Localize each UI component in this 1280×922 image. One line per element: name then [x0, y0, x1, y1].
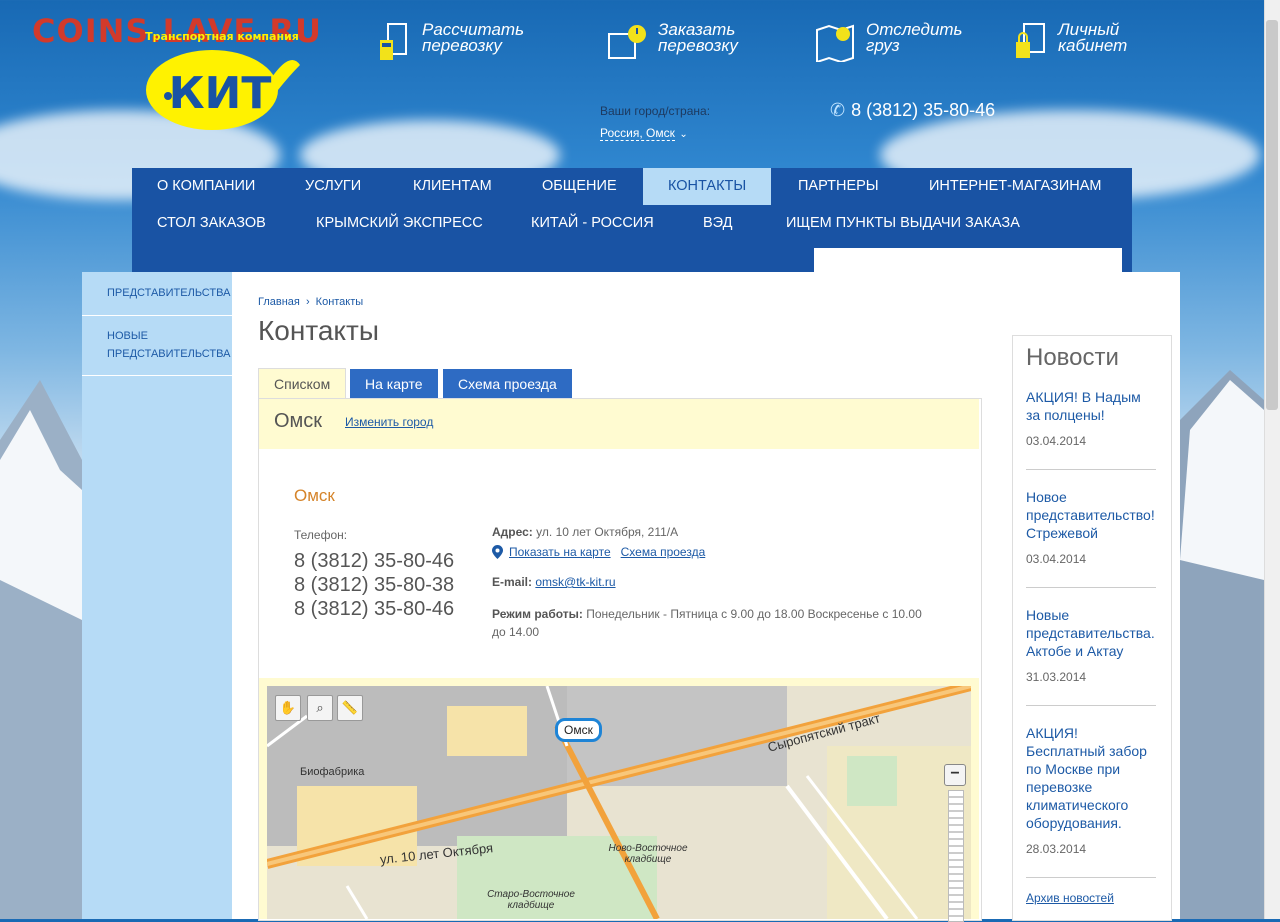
office-hours-label: Режим работы:: [492, 607, 583, 621]
calculator-icon: [380, 23, 407, 60]
news-item-link[interactable]: АКЦИЯ! В Надым за полцены!: [1026, 388, 1158, 424]
ruler-icon: 📏: [341, 700, 359, 715]
nav-item-ved[interactable]: ВЭД: [678, 205, 757, 242]
city-selector[interactable]: Россия, Омск ⌄: [600, 124, 688, 142]
map-label-novo-vostochnoe: Ново-Восточное кладбище: [608, 843, 688, 865]
breadcrumb: Главная › Контакты: [258, 296, 363, 308]
map-label-staro-vostochnoe: Старо-Восточное кладбище: [487, 889, 575, 911]
change-city-link[interactable]: Изменить город: [345, 415, 433, 429]
zoom-slider[interactable]: [948, 790, 964, 922]
news-item-date: 28.03.2014: [1026, 842, 1087, 856]
map-zoom-control: −: [944, 764, 966, 922]
office-map-links: Показать на карте Схема проезда: [492, 545, 705, 559]
show-on-map-link[interactable]: Показать на карте: [509, 545, 611, 559]
track-cargo-link[interactable]: Отследить груз: [814, 21, 963, 62]
office-phone-1: 8 (3812) 35-80-46: [294, 550, 455, 572]
office-address-label: Адрес:: [492, 525, 533, 539]
mountain-decoration-right: [1180, 370, 1264, 919]
office-email-link[interactable]: omsk@tk-kit.ru: [535, 575, 615, 589]
news-item-date: 03.04.2014: [1026, 434, 1087, 448]
office-email-label: E-mail:: [492, 575, 533, 589]
nav-item-about[interactable]: О КОМПАНИИ: [132, 168, 280, 205]
news-divider: [1026, 877, 1156, 878]
map-pin-icon: [492, 545, 503, 559]
map-track-icon: [816, 24, 854, 62]
news-item-link[interactable]: Новое представительство! Стрежевой: [1026, 488, 1158, 542]
tab-list[interactable]: Списком: [258, 368, 347, 400]
nav-item-crimea-express[interactable]: КРЫМСКИЙ ЭКСПРЕСС: [291, 205, 508, 242]
office-hours: Режим работы: Понедельник - Пятница с 9.…: [492, 605, 932, 641]
nav-item-pickup-points[interactable]: ИЩЕМ ПУНКТЫ ВЫДАЧИ ЗАКАЗА: [761, 205, 1045, 242]
tab-route-scheme[interactable]: Схема проезда: [443, 369, 572, 398]
news-item-link[interactable]: АКЦИЯ! Бесплатный забор по Москве при пе…: [1026, 724, 1158, 832]
city-selector-label: Ваши город/страна:: [600, 104, 711, 118]
clock-order-icon: [608, 25, 646, 59]
logo-arc-text: Транспортная компания: [145, 30, 299, 43]
map-ruler-tool[interactable]: 📏: [337, 695, 363, 721]
nav-item-online-stores[interactable]: ИНТЕРНЕТ-МАГАЗИНАМ: [904, 168, 1126, 205]
office-email: E-mail: omsk@tk-kit.ru: [492, 575, 616, 589]
news-title: Новости: [1026, 344, 1119, 371]
news-divider: [1026, 469, 1156, 470]
news-item-date: 03.04.2014: [1026, 552, 1087, 566]
nav-item-order-desk[interactable]: СТОЛ ЗАКАЗОВ: [132, 205, 291, 242]
news-item-link[interactable]: Новые представительства. Актобе и Актау: [1026, 606, 1158, 660]
sidebar-item-representations[interactable]: ПРЕДСТАВИТЕЛЬСТВА: [82, 272, 232, 316]
nav-item-services[interactable]: УСЛУГИ: [280, 168, 386, 205]
breadcrumb-separator: ›: [305, 296, 310, 308]
nav-search-area: [814, 248, 1122, 272]
map-pan-tool[interactable]: ✋: [275, 695, 301, 721]
map-label-biofabrika: Биофабрика: [300, 766, 365, 778]
office-address: Адрес: ул. 10 лет Октября, 211/А: [492, 525, 678, 539]
header-phone-number: 8 (3812) 35-80-46: [851, 100, 996, 120]
map-zoom-tool[interactable]: ⌕: [307, 695, 333, 721]
city-bar-title: Омск: [274, 410, 323, 432]
office-name: Омск: [294, 486, 335, 505]
office-address-value: ул. 10 лет Октября, 211/А: [536, 525, 679, 539]
sidebar-item-new-representations[interactable]: НОВЫЕ ПРЕДСТАВИТЕЛЬСТВА: [82, 316, 232, 376]
breadcrumb-current: Контакты: [315, 296, 364, 308]
nav-item-clients[interactable]: КЛИЕНТАМ: [388, 168, 517, 205]
tab-on-map[interactable]: На карте: [350, 369, 438, 398]
page-scrollbar-thumb[interactable]: [1266, 20, 1278, 410]
zoom-out-button[interactable]: −: [944, 764, 966, 786]
logo-mark: КИТ: [169, 68, 272, 119]
sidebar: ПРЕДСТАВИТЕЛЬСТВА НОВЫЕ ПРЕДСТАВИТЕЛЬСТВ…: [82, 272, 232, 919]
office-phone-label: Телефон:: [294, 528, 348, 542]
route-scheme-link[interactable]: Схема проезда: [621, 545, 706, 559]
news-divider: [1026, 705, 1156, 706]
header-phone: ✆ 8 (3812) 35-80-46: [830, 100, 995, 121]
map-pin-omsk[interactable]: Омск: [555, 718, 602, 742]
lock-icon: [1016, 23, 1045, 58]
nav-item-communication[interactable]: ОБЩЕНИЕ: [517, 168, 642, 205]
news-archive-link[interactable]: Архив новостей: [1026, 891, 1114, 905]
chevron-down-icon: ⌄: [679, 129, 688, 140]
order-shipping-link[interactable]: Заказать перевозку: [606, 21, 738, 62]
news-item-date: 31.03.2014: [1026, 670, 1087, 684]
mountain-decoration-left: [0, 380, 82, 919]
nav-item-china-russia[interactable]: КИТАЙ - РОССИЯ: [506, 205, 679, 242]
news-divider: [1026, 587, 1156, 588]
company-logo[interactable]: КИТ Транспортная компания: [140, 20, 305, 132]
hand-icon: ✋: [279, 700, 297, 715]
office-phone-3: 8 (3812) 35-80-46: [294, 598, 455, 620]
phone-handset-icon: ✆: [830, 100, 846, 120]
nav-item-partners[interactable]: ПАРТНЕРЫ: [773, 168, 904, 205]
office-phone-2: 8 (3812) 35-80-38: [294, 574, 455, 596]
city-selector-value[interactable]: Россия, Омск: [600, 126, 675, 141]
nav-item-contacts[interactable]: КОНТАКТЫ: [643, 168, 772, 205]
page-title: Контакты: [258, 315, 379, 346]
calculate-shipping-link[interactable]: Рассчитать перевозку: [378, 21, 524, 62]
breadcrumb-home-link[interactable]: Главная: [258, 296, 300, 308]
magnifier-icon: ⌕: [316, 700, 324, 715]
personal-account-link[interactable]: Личный кабинет: [1014, 21, 1127, 62]
